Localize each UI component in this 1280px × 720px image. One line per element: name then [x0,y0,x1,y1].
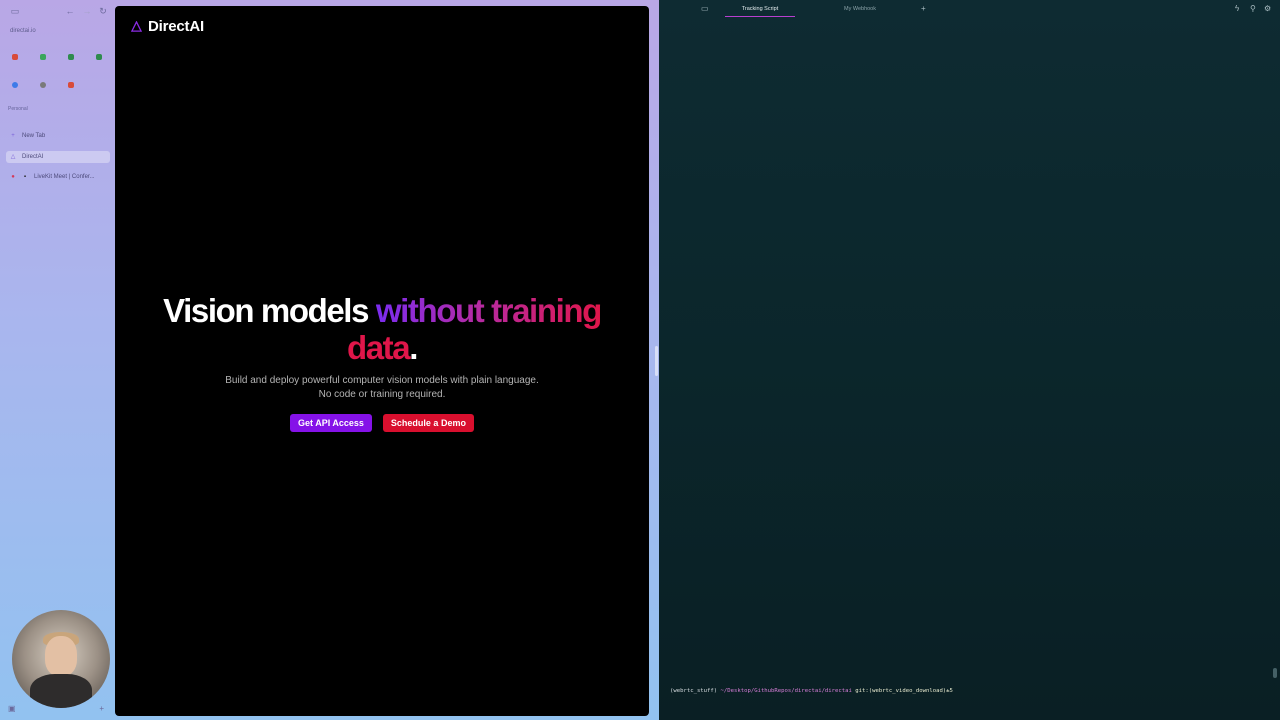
gmail-icon[interactable] [6,50,24,64]
chrome-icon[interactable] [34,78,52,92]
headline-dot: . [409,329,418,366]
library-icon[interactable]: ▣ [8,704,16,713]
schedule-demo-button[interactable]: Schedule a Demo [382,414,474,432]
prompt-env: (webrtc_stuff) [670,688,718,694]
forward-icon[interactable]: → [82,6,92,16]
sidebar-toolbar: ▭ ← → ↻ [10,6,110,18]
drive-icon[interactable] [34,50,52,64]
new-tab-icon[interactable]: + [921,4,926,13]
tab-label: New Tab [22,133,46,139]
split-view-resize-handle[interactable] [655,346,658,376]
lightning-icon[interactable]: ϟ [1235,4,1239,13]
directai-favicon-icon: △ [10,154,16,160]
gmail-icon-2[interactable] [62,78,80,92]
shell-prompt[interactable]: (webrtc_stuff) ~/Desktop/GithubRepos/dir… [670,688,953,694]
site-logo[interactable]: DirectAI [131,18,204,35]
hero-subtitle: Build and deploy powerful computer visio… [115,374,649,402]
sheets-icon[interactable] [62,50,80,64]
add-icon[interactable]: + [99,704,104,713]
headline-gradient-2: data [346,329,411,366]
plus-icon: + [11,133,15,139]
meet-icon[interactable] [90,50,108,64]
new-tab-button[interactable]: + New Tab [6,130,110,142]
livekit-favicon-icon: ▪ [23,174,27,180]
figma-icon[interactable] [6,78,24,92]
tab-overview-icon[interactable]: ▭ [701,4,709,13]
settings-gear-icon[interactable]: ⚙ [1264,4,1271,13]
cta-group: Get API Access Schedule a Demo [115,414,649,432]
tab-tracking-script[interactable]: Tracking Script [715,0,805,18]
headline-gradient: without training [375,292,602,329]
webcam-face [45,636,77,676]
subtitle-line-2: No code or training required. [318,389,446,400]
prompt-path: ~/Desktop/GithubRepos/directai/directai [720,688,852,694]
headline-white: Vision models [163,292,376,329]
hero-section: Vision models without training data. Bui… [115,292,649,432]
brand-name: DirectAI [148,18,204,35]
prompt-git-branch: git:(webrtc_video_download)±5 [855,688,953,694]
space-label: Personal [8,106,28,112]
sidebar-toggle-icon[interactable]: ▭ [10,6,20,16]
pin-icon[interactable]: ⚲ [1250,4,1256,13]
tab-label: LiveKit Meet | Confer... [34,174,95,180]
webcam-shirt [30,674,92,708]
tab-my-webhook[interactable]: My Webhook [815,0,905,18]
get-api-access-button[interactable]: Get API Access [290,414,372,432]
terminal-tab-bar: ▭ Tracking Script My Webhook + ϟ ⚲ ⚙ [659,0,1280,18]
sidebar-footer: ▣ + [8,704,108,714]
recording-dot-icon: ● [11,174,15,180]
terminal-window: ▭ Tracking Script My Webhook + ϟ ⚲ ⚙ (we… [659,0,1280,720]
browser-viewport: DirectAI Vision models without training … [115,6,649,716]
browser-sidebar: ▭ ← → ↻ directai.io Personal + New Tab △… [0,0,114,720]
subtitle-line-1: Build and deploy powerful computer visio… [225,375,539,386]
back-icon[interactable]: ← [65,6,75,16]
reload-icon[interactable]: ↻ [98,6,108,16]
tab-directai[interactable]: △ DirectAI [6,151,110,163]
tab-label: DirectAI [22,154,44,160]
webcam-overlay [12,610,110,708]
tab-livekit[interactable]: ● ▪ LiveKit Meet | Confer... [6,171,110,183]
hero-headline: Vision models without training data. [115,292,649,366]
url-bar[interactable]: directai.io [10,28,36,34]
terminal-scrollbar[interactable] [1273,668,1277,678]
triangle-logo-icon [131,21,142,32]
